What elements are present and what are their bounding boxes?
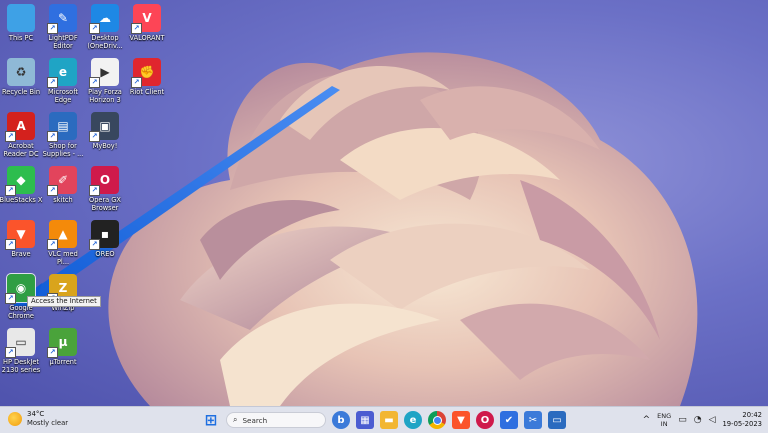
shortcut-arrow-icon: ↗ [5, 347, 16, 358]
bing-chat-icon[interactable]: b [332, 411, 350, 429]
desktop-icon-label: Opera GX Browser [89, 196, 121, 212]
myboy-icon: ▣ ↗ [89, 112, 119, 142]
hp-smart-icon[interactable]: ▭ [548, 411, 566, 429]
snipping-tool-icon[interactable]: ✂ [524, 411, 542, 429]
desktop-icon-opera-gx-browser[interactable]: O ↗ Opera GX Browser [78, 166, 132, 212]
hp-deskjet-icon: ▭ ↗ [5, 328, 35, 358]
region-label: IN [660, 420, 668, 428]
taskbar-apps: ⊞ ⌕ Search b ▦ ▬ e ▼ O ✔ ✂ ▭ [202, 410, 566, 430]
clock[interactable]: 20:42 19-05-2023 [722, 411, 762, 429]
opera-icon[interactable]: O [476, 411, 494, 429]
skitch-icon: ✐ ↗ [47, 166, 77, 196]
volume-icon[interactable]: ◁ [709, 415, 716, 425]
shortcut-arrow-icon: ↗ [47, 239, 58, 250]
brave-icon: ▼ ↗ [5, 220, 35, 250]
shortcut-arrow-icon: ↗ [131, 23, 142, 34]
shortcut-arrow-icon: ↗ [47, 23, 58, 34]
edge-icon[interactable]: e [404, 411, 422, 429]
acrobat-reader-dc-icon: A ↗ [5, 112, 35, 142]
desktop-icon-label: Riot Client [129, 88, 165, 96]
lightpdf-editor-icon: ✎ ↗ [47, 4, 77, 34]
shortcut-arrow-icon: ↗ [47, 347, 58, 358]
desktop-icon-label: VALORANT [129, 34, 165, 42]
desktop-onedrive-icon: ☁ ↗ [89, 4, 119, 34]
brave-icon[interactable]: ▼ [452, 411, 470, 429]
shortcut-arrow-icon: ↗ [131, 77, 142, 88]
tooltip: Access the Internet [27, 296, 101, 307]
desktop-icon-label: µTorrent [49, 358, 77, 366]
this-pc-icon [7, 4, 35, 32]
chevron-up-icon[interactable]: ^ [643, 415, 651, 425]
time-label: 20:42 [742, 411, 762, 419]
language-indicator[interactable]: ENG IN [657, 412, 671, 428]
riot-client-icon: ✊ ↗ [131, 58, 161, 88]
weather-condition: Mostly clear [27, 419, 69, 427]
microsoft-store-icon[interactable]: ▦ [356, 411, 374, 429]
desktop-icon-label: MyBoy! [92, 142, 118, 150]
weather-temp: 34°C [27, 410, 45, 418]
shortcut-arrow-icon: ↗ [89, 131, 100, 142]
system-tray: ^ ENG IN ▭ ◔ ◁ 20:42 19-05-2023 [643, 409, 762, 431]
shop-for-supplies-icon: ▤ ↗ [47, 112, 77, 142]
file-explorer-icon[interactable]: ▬ [380, 411, 398, 429]
desktop-icon-oreo[interactable]: ▪ ↗ OREO [78, 220, 132, 258]
chrome-icon[interactable] [428, 411, 446, 429]
search-box[interactable]: ⌕ Search [226, 412, 326, 428]
desktop-icon-label: OREO [95, 250, 115, 258]
language-label: ENG [657, 412, 672, 420]
desktop-icon-riot-client[interactable]: ✊ ↗ Riot Client [120, 58, 174, 96]
wifi-icon[interactable]: ◔ [694, 415, 702, 425]
play-forza-horizon-3-icon: ▶ ↗ [89, 58, 119, 88]
desktop-icon-valorant[interactable]: V ↗ VALORANT [120, 4, 174, 42]
desktop-icon-myboy[interactable]: ▣ ↗ MyBoy! [78, 112, 132, 150]
shortcut-arrow-icon: ↗ [5, 185, 16, 196]
recycle-bin-icon: ♻ [7, 58, 35, 86]
monitor-icon[interactable]: ▭ [678, 415, 687, 425]
start-button[interactable]: ⊞ [202, 411, 220, 429]
shortcut-arrow-icon: ↗ [89, 185, 100, 196]
shortcut-arrow-icon: ↗ [47, 77, 58, 88]
taskbar: 34°C Mostly clear ⊞ ⌕ Search b ▦ ▬ e ▼ O… [0, 406, 768, 433]
weather-widget[interactable]: 34°C Mostly clear [8, 410, 68, 428]
shortcut-arrow-icon: ↗ [47, 185, 58, 196]
search-icon: ⌕ [233, 415, 238, 424]
date-label: 19-05-2023 [722, 420, 762, 428]
opera-gx-browser-icon: O ↗ [89, 166, 119, 196]
valorant-icon: V ↗ [131, 4, 161, 34]
shortcut-arrow-icon: ↗ [47, 131, 58, 142]
desktop[interactable]: This PC ✎ ↗ LightPDF Editor ☁ ↗ Desktop (OneDr… [0, 0, 768, 406]
shortcut-arrow-icon: ↗ [5, 293, 16, 304]
desktop-icon-utorrent[interactable]: µ ↗ µTorrent [36, 328, 90, 366]
microsoft-edge-icon: e ↗ [47, 58, 77, 88]
to-do-icon[interactable]: ✔ [500, 411, 518, 429]
search-label: Search [242, 415, 268, 425]
shortcut-arrow-icon: ↗ [89, 239, 100, 250]
weather-icon [8, 412, 22, 426]
vlc-media-icon: ▲ ↗ [47, 220, 77, 250]
oreo-icon: ▪ ↗ [89, 220, 119, 250]
shortcut-arrow-icon: ↗ [89, 23, 100, 34]
utorrent-icon: µ ↗ [47, 328, 77, 358]
shortcut-arrow-icon: ↗ [5, 131, 16, 142]
shortcut-arrow-icon: ↗ [5, 239, 16, 250]
shortcut-arrow-icon: ↗ [89, 77, 100, 88]
bluestacks-x-icon: ◆ ↗ [5, 166, 35, 196]
